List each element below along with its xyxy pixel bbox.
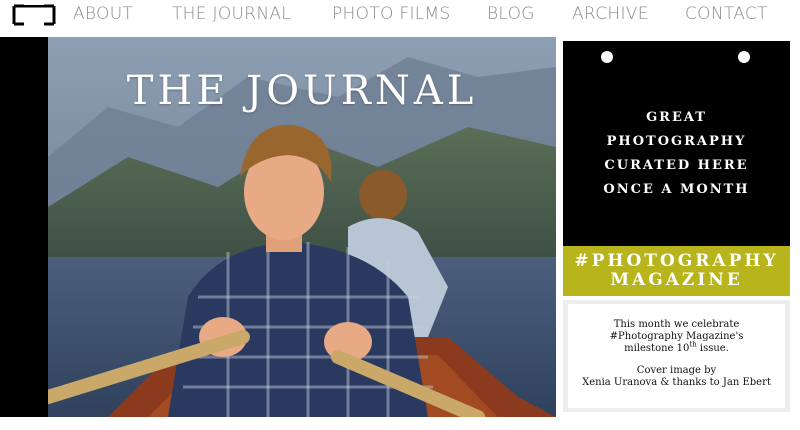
tagline-line: CURATED HERE: [604, 158, 749, 173]
note-milestone-text: milestone 10: [624, 343, 690, 354]
hashtag-banner[interactable]: #PHOTOGRAPHY MAGAZINE: [563, 246, 790, 296]
hashtag-line: MAGAZINE: [610, 270, 743, 290]
note-line: #Photography Magazine's: [609, 331, 744, 342]
note-line: Cover image by: [636, 365, 717, 376]
note-milestone-suffix: issue.: [696, 343, 729, 354]
pin-hole-left-icon: [601, 51, 613, 63]
nav-item-about[interactable]: ABOUT: [73, 4, 133, 24]
note-line-milestone: milestone 10th issue.: [568, 340, 785, 355]
hero-cover: THE JOURNAL: [0, 37, 556, 417]
hero-title: THE JOURNAL: [126, 68, 478, 114]
note-credit: Xenia Uranova & thanks to Jan Ebert: [582, 377, 771, 388]
nav-item-contact[interactable]: CONTACT: [685, 4, 768, 24]
note-milestone-ordinal: th: [689, 340, 697, 349]
tagline-line: PHOTOGRAPHY: [606, 134, 747, 149]
hashtag-line: #PHOTOGRAPHY: [574, 251, 779, 271]
nav-item-archive[interactable]: ARCHIVE: [572, 4, 649, 24]
tagline: GREAT PHOTOGRAPHY CURATED HERE ONCE A MO…: [563, 106, 790, 202]
issue-note-card: This month we celebrate #Photography Mag…: [563, 300, 790, 412]
issue-note: This month we celebrate #Photography Mag…: [568, 304, 785, 408]
tagline-line: ONCE A MONTH: [603, 182, 750, 197]
tagline-card: GREAT PHOTOGRAPHY CURATED HERE ONCE A MO…: [563, 41, 790, 246]
top-nav: ABOUT THE JOURNAL PHOTO FILMS BLOG ARCHI…: [0, 0, 800, 34]
tagline-line: GREAT: [646, 110, 707, 125]
nav-item-blog[interactable]: BLOG: [487, 4, 535, 24]
pin-hole-right-icon: [738, 51, 750, 63]
logo-frame-icon[interactable]: [12, 4, 56, 26]
note-line: This month we celebrate: [613, 319, 740, 330]
nav-item-the-journal[interactable]: THE JOURNAL: [172, 4, 291, 24]
nav-item-photo-films[interactable]: PHOTO FILMS: [332, 4, 451, 24]
sidebar: GREAT PHOTOGRAPHY CURATED HERE ONCE A MO…: [563, 37, 790, 417]
hero-left-bar: [0, 37, 48, 417]
